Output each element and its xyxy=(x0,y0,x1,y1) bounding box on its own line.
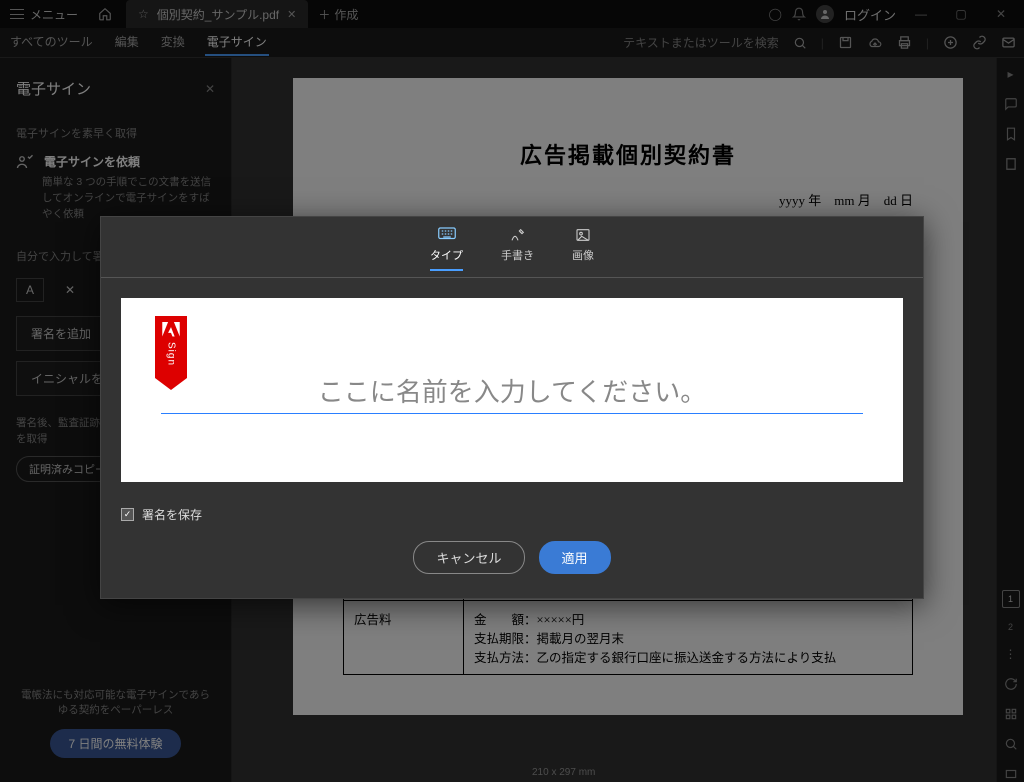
adobe-sign-label: Sign xyxy=(166,342,177,366)
signature-name-input[interactable]: ここに名前を入力してください。 xyxy=(152,372,872,409)
signature-input-area: Sign ここに名前を入力してください。 xyxy=(121,298,903,482)
adobe-sign-badge: Sign xyxy=(155,316,187,378)
signature-method-tabs: タイプ 手書き 画像 xyxy=(101,217,923,277)
apply-button[interactable]: 適用 xyxy=(539,541,611,574)
save-signature-checkbox[interactable]: ✓ xyxy=(121,508,134,521)
tab-label: タイプ xyxy=(430,247,463,263)
draw-icon xyxy=(509,227,527,243)
signature-modal: タイプ 手書き 画像 Sign ここに名前を入力してください。 ✓ 署名を保存 xyxy=(100,216,924,599)
modal-button-row: キャンセル 適用 xyxy=(101,541,923,598)
signature-tab-type[interactable]: タイプ xyxy=(430,227,463,271)
save-signature-label: 署名を保存 xyxy=(142,506,202,523)
signature-baseline xyxy=(161,413,863,414)
save-signature-row[interactable]: ✓ 署名を保存 xyxy=(101,502,923,541)
signature-tab-draw[interactable]: 手書き xyxy=(501,227,534,271)
adobe-logo-icon xyxy=(162,322,180,338)
cancel-button[interactable]: キャンセル xyxy=(413,541,524,574)
tab-label: 画像 xyxy=(572,247,594,263)
keyboard-icon xyxy=(438,227,456,243)
tab-label: 手書き xyxy=(501,247,534,263)
image-icon xyxy=(574,227,592,243)
signature-tab-image[interactable]: 画像 xyxy=(572,227,594,271)
